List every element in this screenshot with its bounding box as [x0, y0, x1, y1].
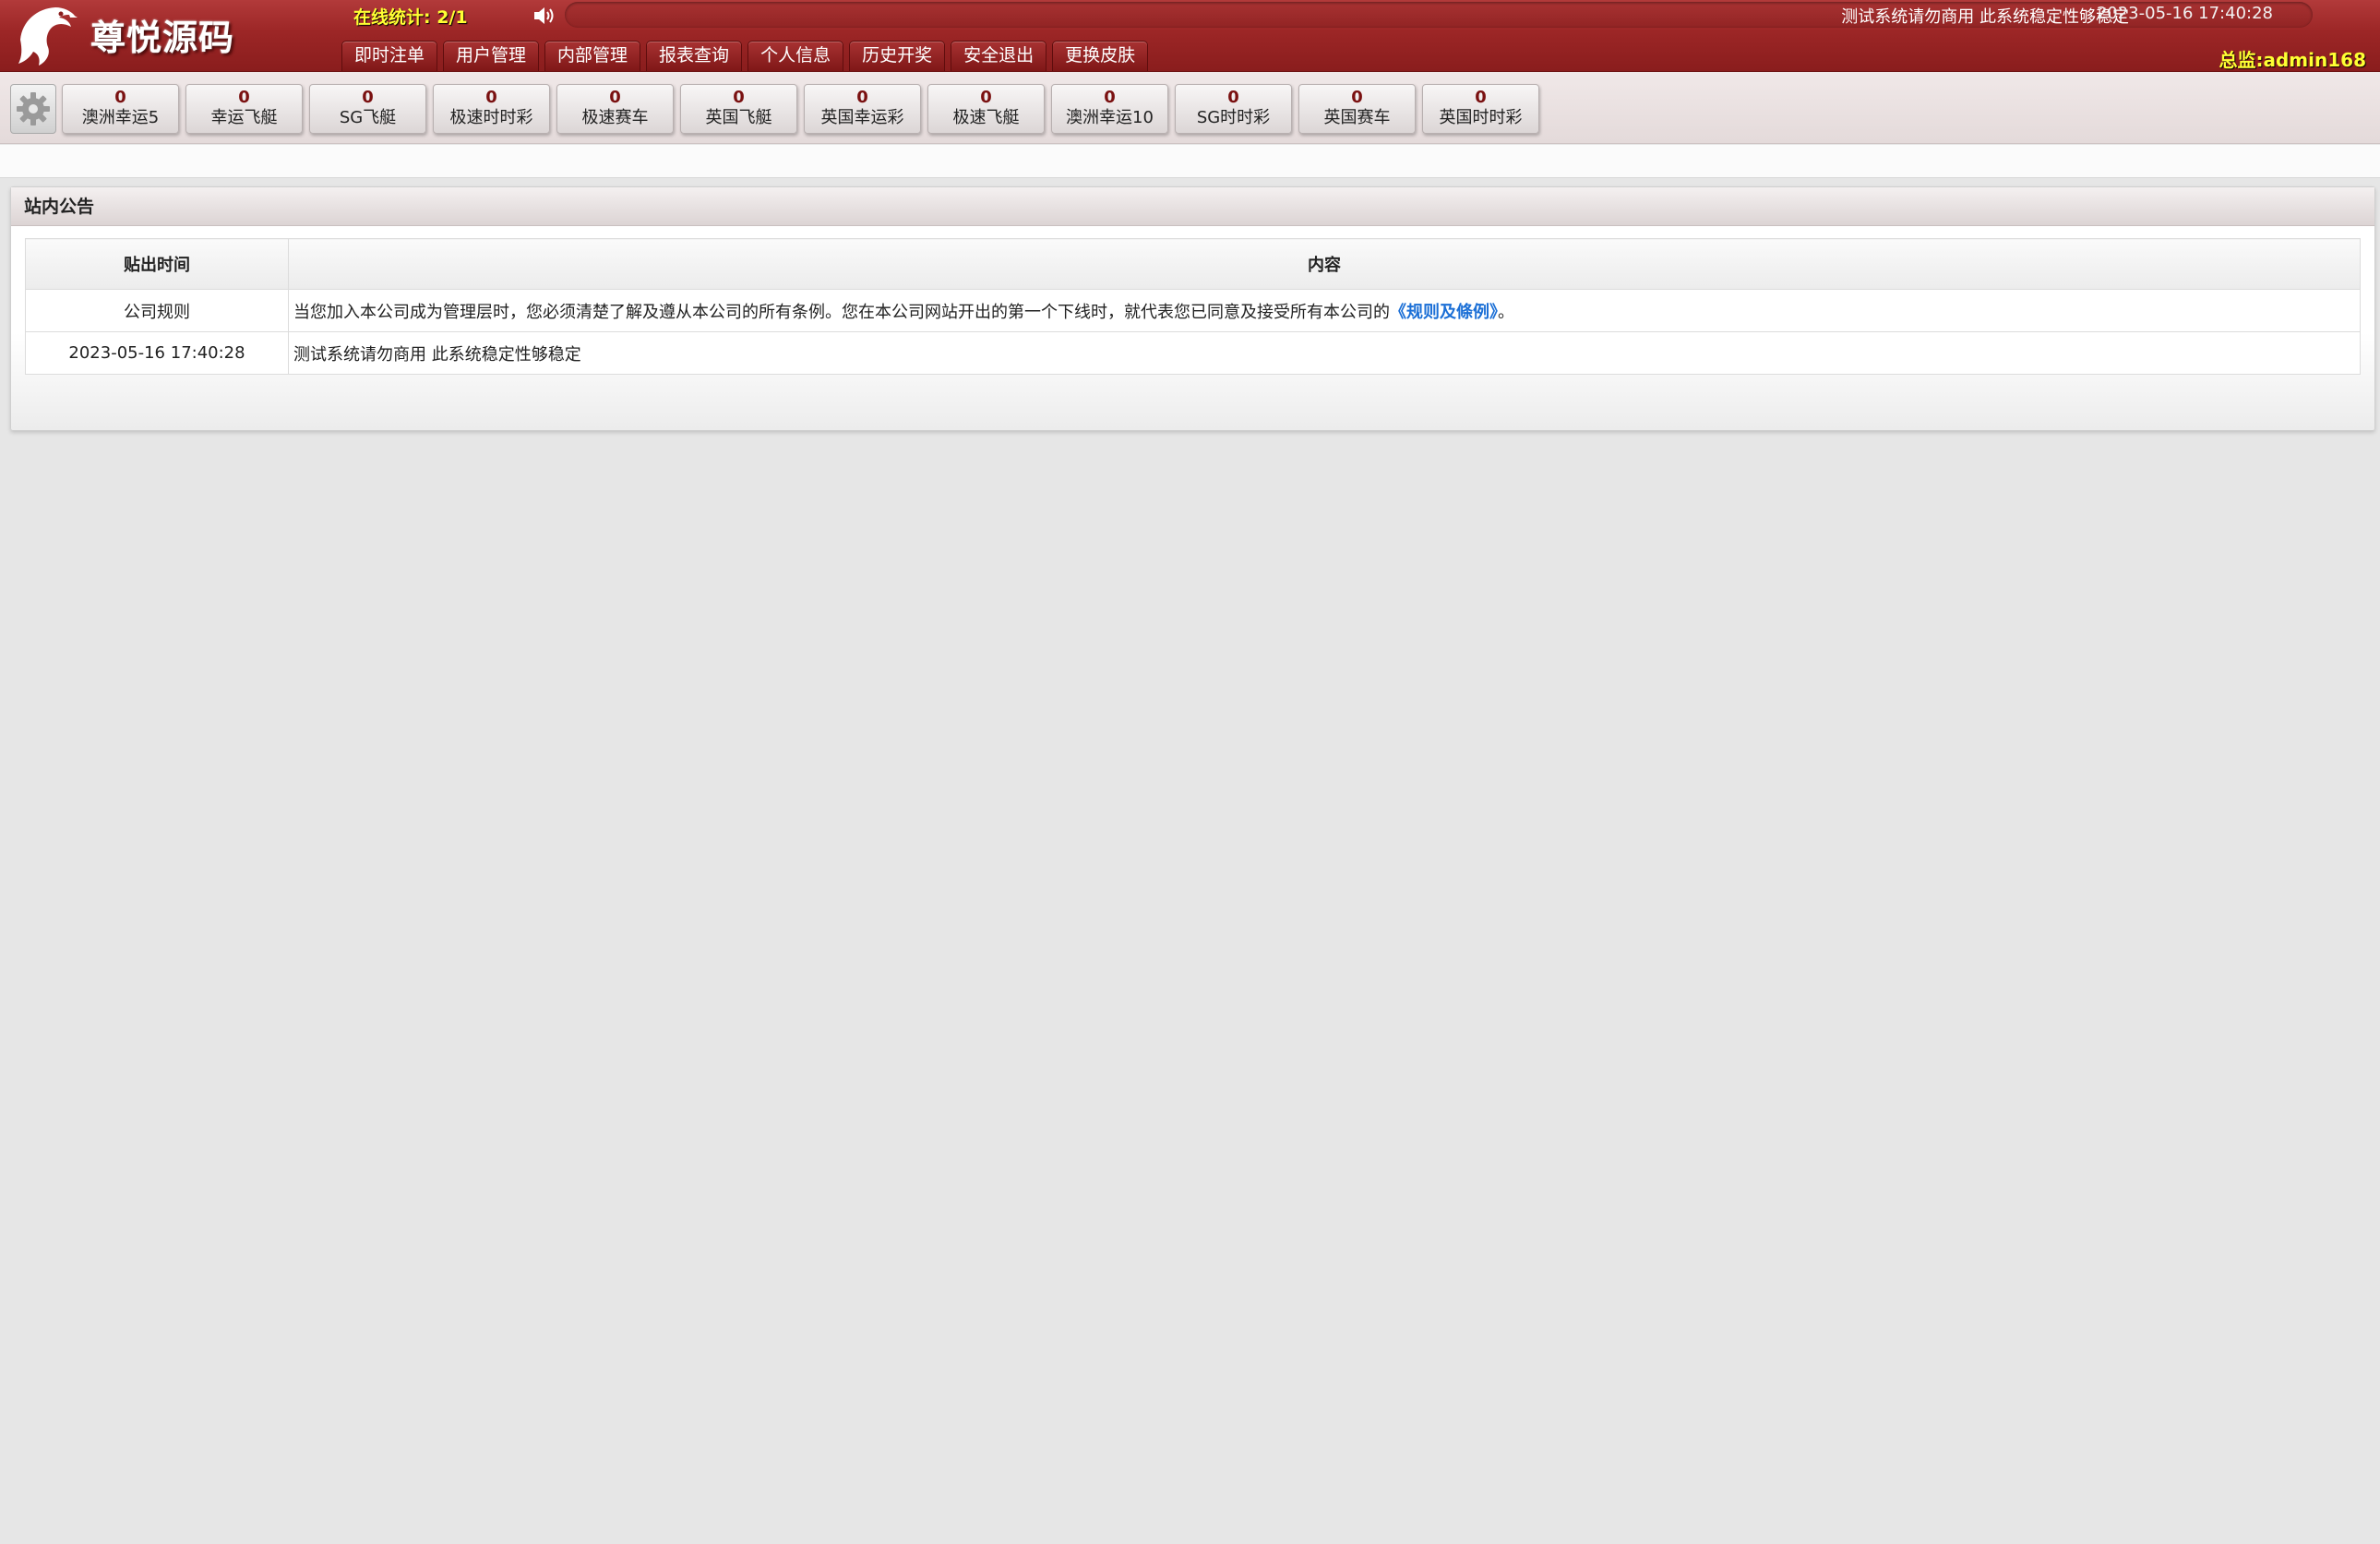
nav-item-logout[interactable]: 安全退出	[951, 41, 1047, 71]
lottery-btn-uk-racing[interactable]: 0 英国赛车	[1298, 84, 1416, 134]
main-nav: 即时注单 用户管理 内部管理 报表查询 个人信息 历史开奖 安全退出 更换皮肤	[341, 41, 1154, 71]
lottery-name: SG时时彩	[1196, 108, 1271, 127]
header-datetime: 2023-05-16 17:40:28	[2096, 4, 2273, 23]
lottery-name: 澳洲幸运5	[81, 108, 160, 127]
eagle-logo-icon	[18, 7, 78, 66]
notice-panel-title: 站内公告	[11, 187, 2374, 226]
lottery-count: 0	[114, 88, 126, 107]
top-header: 尊悦源码 在线统计: 2/1 测试系统请勿商用 此系统稳定性够稳定 2023-0…	[0, 0, 2380, 72]
speaker-icon[interactable]	[532, 5, 557, 27]
lottery-count: 0	[1104, 88, 1116, 107]
lottery-count: 0	[733, 88, 745, 107]
lottery-btn-aus-lucky5[interactable]: 0 澳洲幸运5	[62, 84, 179, 134]
lottery-name: 英国赛车	[1323, 108, 1391, 127]
settings-button[interactable]	[10, 84, 56, 134]
lottery-name: 极速飞艇	[952, 108, 1020, 127]
nav-item-internal-management[interactable]: 内部管理	[544, 41, 641, 71]
lottery-count: 0	[609, 88, 621, 107]
table-row: 2023-05-16 17:40:28 测试系统请勿商用 此系统稳定性够稳定	[25, 331, 2361, 375]
lottery-count: 0	[1227, 88, 1239, 107]
lottery-toolbar: 0 澳洲幸运5 0 幸运飞艇 0 SG飞艇 0 极速时时彩 0 极速赛车 0 英…	[0, 72, 2380, 144]
online-stat: 在线统计: 2/1	[353, 7, 468, 28]
notice-panel: 站内公告 贴出时间 内容 公司规则 当您加入本公司成为管理层时，您必须清楚了解及…	[10, 186, 2375, 431]
column-header-content: 内容	[288, 238, 2361, 290]
lottery-name: 极速时时彩	[449, 108, 533, 127]
lottery-btn-lucky-airship[interactable]: 0 幸运飞艇	[185, 84, 303, 134]
lottery-name: 澳洲幸运10	[1066, 108, 1154, 127]
table-row: 公司规则 当您加入本公司成为管理层时，您必须清楚了解及遵从本公司的所有条例。您在…	[25, 289, 2361, 332]
lottery-list: 0 澳洲幸运5 0 幸运飞艇 0 SG飞艇 0 极速时时彩 0 极速赛车 0 英…	[62, 84, 1546, 134]
logo: 尊悦源码	[13, 2, 234, 70]
nav-item-profile[interactable]: 个人信息	[747, 41, 844, 71]
lottery-btn-sg-ssc[interactable]: 0 SG时时彩	[1175, 84, 1292, 134]
rules-link[interactable]: 《规则及條例》	[1390, 303, 1498, 322]
notice-content: 测试系统请勿商用 此系统稳定性够稳定	[288, 331, 2361, 375]
lottery-count: 0	[856, 88, 868, 107]
notice-table: 贴出时间 内容 公司规则 当您加入本公司成为管理层时，您必须清楚了解及遵从本公司…	[25, 238, 2361, 375]
logo-text: 尊悦源码	[90, 17, 235, 58]
lottery-count: 0	[1475, 88, 1487, 107]
lottery-count: 0	[238, 88, 250, 107]
lottery-name: 英国飞艇	[705, 108, 772, 127]
nav-item-change-skin[interactable]: 更换皮肤	[1052, 41, 1149, 71]
lottery-count: 0	[1351, 88, 1363, 107]
notice-content-text: 当您加入本公司成为管理层时，您必须清楚了解及遵从本公司的所有条例。您在本公司网站…	[293, 302, 1390, 322]
notice-time: 公司规则	[25, 289, 289, 332]
lottery-count: 0	[362, 88, 374, 107]
column-header-time: 贴出时间	[25, 238, 289, 290]
lottery-btn-sg-airship[interactable]: 0 SG飞艇	[309, 84, 426, 134]
notice-content: 当您加入本公司成为管理层时，您必须清楚了解及遵从本公司的所有条例。您在本公司网站…	[288, 289, 2361, 332]
lottery-btn-speed-airship[interactable]: 0 极速飞艇	[927, 84, 1045, 134]
marquee-text: 测试系统请勿商用 此系统稳定性够稳定	[1841, 7, 2129, 27]
lottery-btn-speed-racing[interactable]: 0 极速赛车	[556, 84, 674, 134]
notice-time: 2023-05-16 17:40:28	[25, 331, 289, 375]
lottery-btn-speed-ssc[interactable]: 0 极速时时彩	[433, 84, 550, 134]
user-label: 总监:admin168	[2219, 49, 2367, 71]
lottery-name: 幸运飞艇	[210, 108, 278, 127]
lottery-btn-aus-lucky10[interactable]: 0 澳洲幸运10	[1051, 84, 1168, 134]
table-header-row: 贴出时间 内容	[25, 238, 2361, 290]
nav-item-live-bets[interactable]: 即时注单	[341, 41, 438, 71]
lottery-name: 英国幸运彩	[820, 108, 904, 127]
lottery-btn-uk-lucky[interactable]: 0 英国幸运彩	[804, 84, 921, 134]
lottery-count: 0	[980, 88, 992, 107]
lottery-btn-uk-airship[interactable]: 0 英国飞艇	[680, 84, 797, 134]
lottery-name: SG飞艇	[339, 108, 397, 127]
lottery-name: 英国时时彩	[1439, 108, 1523, 127]
lottery-count: 0	[485, 88, 497, 107]
gear-icon	[17, 92, 50, 126]
lottery-btn-uk-ssc[interactable]: 0 英国时时彩	[1422, 84, 1539, 134]
nav-item-reports[interactable]: 报表查询	[646, 41, 743, 71]
nav-item-user-management[interactable]: 用户管理	[443, 41, 540, 71]
lottery-name: 极速赛车	[581, 108, 649, 127]
sub-bar	[0, 145, 2380, 178]
nav-item-draw-history[interactable]: 历史开奖	[849, 41, 946, 71]
notice-content-suffix: 。	[1498, 302, 1514, 322]
